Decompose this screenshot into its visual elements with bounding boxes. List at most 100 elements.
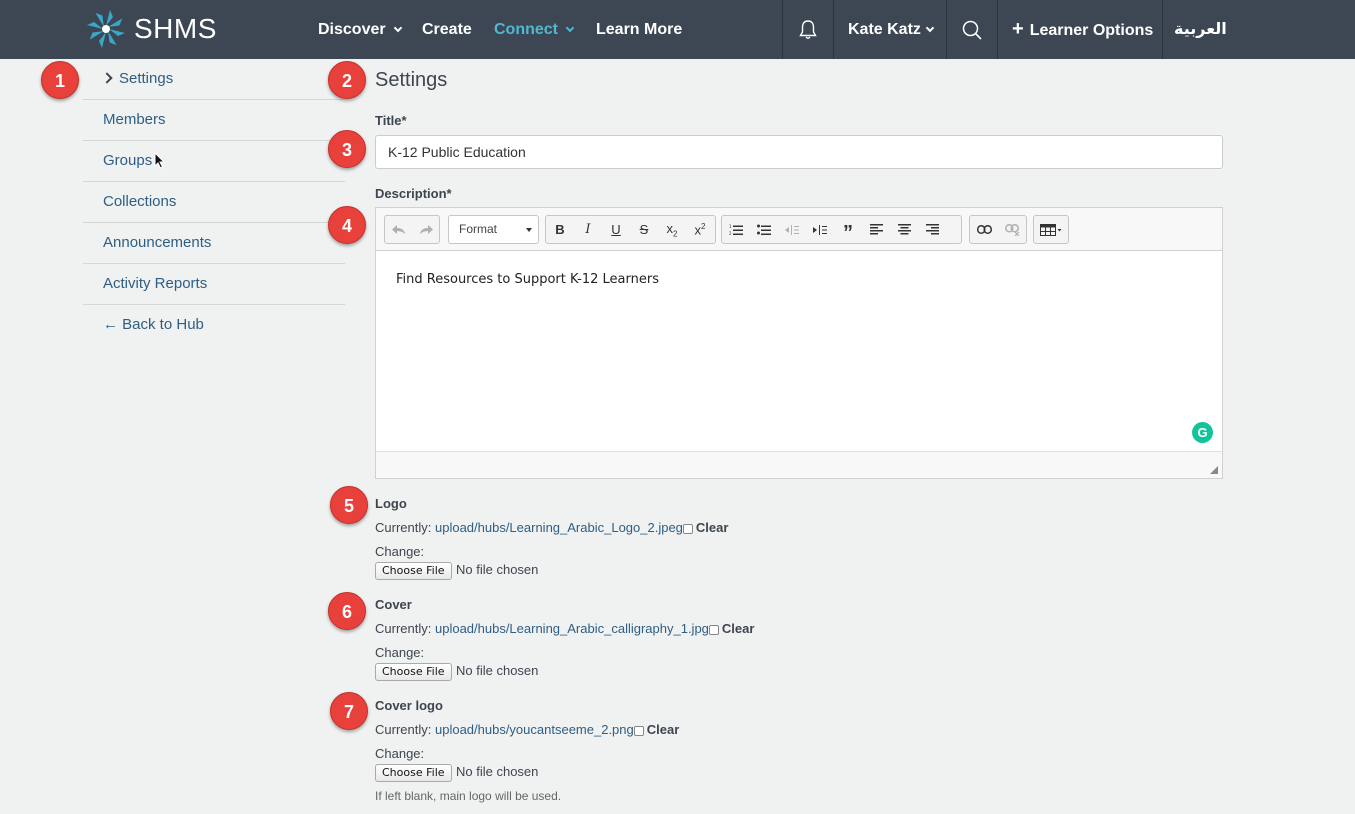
- nav-divider: [1162, 0, 1163, 59]
- top-navbar: SHMS Discover Create Connect Learn More …: [0, 0, 1355, 59]
- undo-button[interactable]: [385, 216, 412, 243]
- grammarly-icon[interactable]: G: [1192, 422, 1213, 443]
- step-badge-3: 3: [328, 130, 366, 168]
- outdent-icon: [785, 224, 799, 235]
- cover-currently-label: Currently:: [375, 621, 432, 636]
- cover-logo-change-label: Change:: [375, 746, 425, 761]
- sidebar-item-announcements[interactable]: Announcements: [83, 223, 345, 264]
- cover-logo-choose-file-button[interactable]: Choose File: [375, 764, 452, 782]
- sidebar-item-activity-reports[interactable]: Activity Reports: [83, 264, 345, 305]
- redo-icon: [419, 224, 433, 234]
- step-badge-7: 7: [330, 692, 368, 730]
- logo-no-file-text: No file chosen: [456, 562, 539, 577]
- back-to-hub-link[interactable]: ← Back to Hub: [83, 305, 345, 346]
- resize-handle-icon[interactable]: [1210, 466, 1218, 474]
- align-center-icon: [897, 224, 911, 235]
- sidebar: Settings Members Groups Collections Anno…: [83, 59, 345, 346]
- cover-logo-hint: If left blank, main logo will be used.: [375, 789, 562, 803]
- step-badge-1: 1: [41, 61, 79, 99]
- align-right-button[interactable]: [918, 216, 946, 243]
- cover-logo-file-link[interactable]: upload/hubs/youcantseeme_2.png: [435, 722, 634, 737]
- nav-learn-more[interactable]: Learn More: [596, 0, 682, 59]
- chevron-down-icon: [925, 23, 935, 33]
- user-menu[interactable]: Kate Katz: [848, 0, 935, 59]
- strikethrough-button[interactable]: S: [630, 216, 658, 243]
- format-dropdown[interactable]: Format: [448, 215, 539, 244]
- search-icon: [962, 20, 982, 40]
- chevron-down-icon: [393, 23, 402, 33]
- subscript-button[interactable]: x2: [658, 216, 686, 243]
- editor-toolbar: Format B I U S x2 x2 12 ”: [376, 208, 1222, 251]
- cover-no-file-text: No file chosen: [456, 663, 539, 678]
- numbered-list-icon: 12: [729, 224, 743, 236]
- cover-logo-no-file-text: No file chosen: [456, 764, 539, 779]
- logo-current-row: Currently: upload/hubs/Learning_Arabic_L…: [375, 520, 728, 535]
- brand-logo[interactable]: SHMS: [84, 6, 217, 52]
- search-button[interactable]: [947, 0, 997, 59]
- nav-discover[interactable]: Discover: [318, 0, 402, 59]
- editor-statusbar: [376, 451, 1222, 478]
- indent-button[interactable]: [806, 216, 834, 243]
- title-input[interactable]: K-12 Public Education: [375, 135, 1223, 169]
- history-group: [384, 215, 440, 244]
- insert-table-button[interactable]: [1034, 216, 1068, 243]
- chevron-down-icon: [565, 23, 575, 33]
- nav-create[interactable]: Create: [422, 0, 472, 59]
- sidebar-item-groups[interactable]: Groups: [83, 141, 345, 182]
- link-icon: [976, 225, 992, 234]
- underline-icon: U: [611, 222, 621, 237]
- language-switch[interactable]: العربية: [1174, 0, 1227, 59]
- learner-options-button[interactable]: + Learner Options: [1012, 0, 1153, 59]
- logo-file-link[interactable]: upload/hubs/Learning_Arabic_Logo_2.jpeg: [435, 520, 683, 535]
- sidebar-item-settings[interactable]: Settings: [83, 59, 345, 100]
- sidebar-item-members[interactable]: Members: [83, 100, 345, 141]
- step-badge-4: 4: [328, 206, 366, 244]
- cover-clear-checkbox[interactable]: [708, 625, 719, 635]
- undo-icon: [391, 224, 405, 234]
- strikethrough-icon: S: [639, 222, 649, 237]
- cover-file-link[interactable]: upload/hubs/Learning_Arabic_calligraphy_…: [435, 621, 709, 636]
- align-left-button[interactable]: [862, 216, 890, 243]
- notifications-button[interactable]: [783, 0, 833, 59]
- svg-text:1: 1: [729, 224, 732, 229]
- cover-logo-label: Cover logo: [375, 698, 443, 713]
- outdent-button[interactable]: [778, 216, 806, 243]
- table-icon: [1040, 223, 1062, 236]
- nav-connect[interactable]: Connect: [494, 0, 575, 59]
- chevron-right-icon: [101, 72, 113, 84]
- blockquote-button[interactable]: ”: [834, 216, 862, 244]
- svg-text:2: 2: [729, 231, 732, 236]
- unlink-button[interactable]: [998, 216, 1026, 243]
- redo-button[interactable]: [412, 216, 439, 243]
- cover-logo-currently-label: Currently:: [375, 722, 432, 737]
- logo-choose-file-button[interactable]: Choose File: [375, 562, 452, 580]
- unlink-icon: [1004, 223, 1019, 236]
- link-group: [969, 215, 1027, 244]
- cover-current-row: Currently: upload/hubs/Learning_Arabic_c…: [375, 621, 754, 636]
- align-center-button[interactable]: [890, 216, 918, 243]
- cover-logo-clear-label: Clear: [646, 722, 680, 737]
- description-label: Description*: [375, 186, 452, 201]
- logo-clear-checkbox[interactable]: [682, 524, 693, 534]
- nav-divider: [997, 0, 998, 59]
- cover-logo-clear-checkbox[interactable]: [633, 726, 644, 736]
- editor-content[interactable]: Find Resources to Support K-12 Learners: [376, 251, 1222, 451]
- cover-choose-file-button[interactable]: Choose File: [375, 663, 452, 681]
- italic-button[interactable]: I: [574, 216, 602, 243]
- mouse-cursor-icon: [154, 152, 165, 169]
- superscript-button[interactable]: x2: [686, 216, 714, 243]
- table-group: [1033, 215, 1069, 244]
- underline-button[interactable]: U: [602, 216, 630, 243]
- superscript-icon: x2: [694, 221, 706, 238]
- numbered-list-button[interactable]: 12: [722, 216, 750, 243]
- bullet-list-button[interactable]: [750, 216, 778, 243]
- logo-currently-label: Currently:: [375, 520, 432, 535]
- align-left-icon: [869, 224, 883, 235]
- caret-down-icon: [526, 228, 532, 232]
- paragraph-group: 12 ”: [721, 215, 962, 244]
- insert-link-button[interactable]: [970, 216, 998, 243]
- logo-label: Logo: [375, 496, 407, 511]
- sidebar-item-collections[interactable]: Collections: [83, 182, 345, 223]
- bold-button[interactable]: B: [546, 216, 574, 243]
- brand-name: SHMS: [134, 13, 217, 44]
